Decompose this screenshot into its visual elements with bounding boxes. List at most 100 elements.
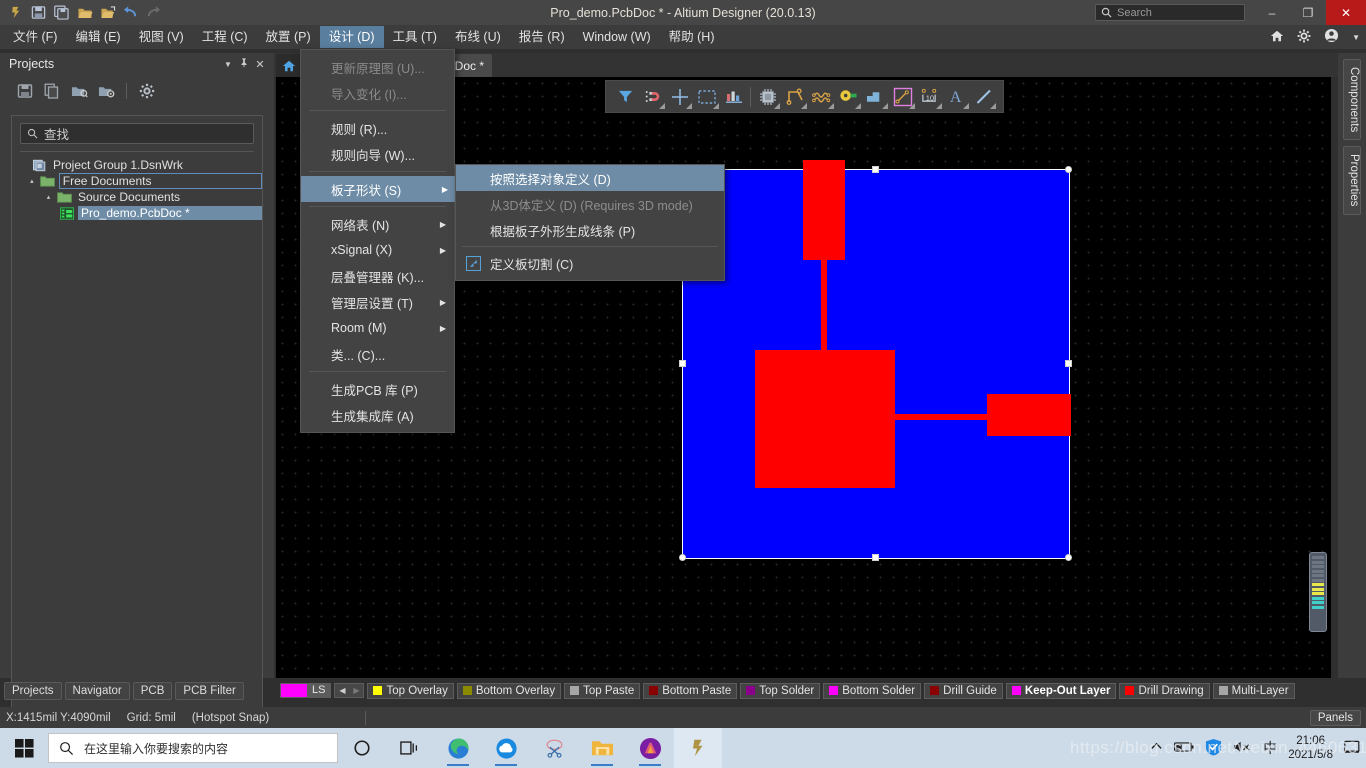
copy-icon[interactable] <box>43 82 61 100</box>
menu-edit[interactable]: 编辑 (E) <box>66 26 129 48</box>
line-icon[interactable] <box>970 83 997 110</box>
menu-item-xsignal[interactable]: xSignal (X) ▶ <box>301 237 454 263</box>
taskbar-clock[interactable]: 21:06 2021/5/8 <box>1288 734 1333 762</box>
layer-tab-multi-layer[interactable]: Multi-Layer <box>1212 682 1295 699</box>
menu-view[interactable]: 视图 (V) <box>130 26 193 48</box>
layer-tab-top-paste[interactable]: Top Paste <box>564 682 641 699</box>
menu-tools[interactable]: 工具 (T) <box>384 26 446 48</box>
close-icon[interactable]: ✕ <box>252 58 268 71</box>
dimension-icon[interactable]: 10 <box>916 83 943 110</box>
current-layer-swatch[interactable]: LS <box>280 683 332 698</box>
save-icon[interactable] <box>16 82 34 100</box>
tab-pcb-filter[interactable]: PCB Filter <box>175 681 244 700</box>
selection-handle-top-center[interactable] <box>872 166 879 173</box>
gear-icon[interactable] <box>138 82 156 100</box>
chevron-up-icon[interactable] <box>1150 740 1163 756</box>
menu-item-make-integrated-library[interactable]: 生成集成库 (A) <box>301 402 454 428</box>
minimize-button[interactable]: – <box>1254 0 1290 25</box>
crosshair-icon[interactable] <box>666 83 693 110</box>
tree-arrow-expanded[interactable]: ▴ <box>44 193 53 201</box>
snap-magnet-icon[interactable] <box>639 83 666 110</box>
panels-button[interactable]: Panels <box>1309 710 1361 726</box>
pcb-shape-vertical-track[interactable] <box>821 255 827 355</box>
home-icon[interactable] <box>1270 29 1284 46</box>
explorer-icon[interactable] <box>578 728 626 768</box>
security-icon[interactable] <box>1205 738 1222 759</box>
pad-icon[interactable] <box>835 83 862 110</box>
submenu-item-define-board-cutout[interactable]: 定义板切割 (C) <box>456 250 724 276</box>
close-button[interactable]: ✕ <box>1326 0 1366 25</box>
submenu-item-create-primitives-from-board-shape[interactable]: 根据板子外形生成线条 (P) <box>456 217 724 243</box>
tree-item-pcb-document[interactable]: Pro_demo.PcbDoc * <box>12 205 262 221</box>
menu-item-manage-layer-sets[interactable]: 管理层设置 (T) ▶ <box>301 289 454 315</box>
app-purple-icon[interactable] <box>626 728 674 768</box>
menu-item-netlist[interactable]: 网络表 (N) ▶ <box>301 211 454 237</box>
open-project-icon[interactable] <box>99 4 116 21</box>
scroll-left-icon[interactable]: ◀ <box>335 686 349 695</box>
layer-tab-drill-drawing[interactable]: Drill Drawing <box>1119 682 1210 699</box>
add-project-icon[interactable] <box>97 82 115 100</box>
tree-item-free-documents[interactable]: ▴ Free Documents <box>12 173 262 189</box>
maximize-button[interactable]: ❐ <box>1290 0 1326 25</box>
pcb-shape-top-pad[interactable] <box>803 160 845 260</box>
board-planning-icon[interactable] <box>720 83 747 110</box>
layer-tab-top-overlay[interactable]: Top Overlay <box>367 682 454 699</box>
search-input[interactable]: Search <box>1095 4 1245 21</box>
menu-design[interactable]: 设计 (D) <box>319 26 384 48</box>
start-button[interactable] <box>0 728 48 768</box>
menu-item-make-pcb-library[interactable]: 生成PCB 库 (P) <box>301 376 454 402</box>
account-icon[interactable] <box>1324 28 1339 46</box>
layer-tab-bottom-solder[interactable]: Bottom Solder <box>823 682 922 699</box>
component-icon[interactable] <box>754 83 781 110</box>
altium-logo-icon[interactable] <box>7 4 24 21</box>
tab-properties[interactable]: Properties <box>1343 146 1361 215</box>
pcb-shape-right-pad[interactable] <box>987 394 1071 436</box>
tree-item-source-documents[interactable]: ▴ Source Documents <box>12 189 262 205</box>
selection-handle-bottom-right[interactable] <box>1065 554 1072 561</box>
find-input[interactable]: 查找 <box>20 123 254 144</box>
tab-components[interactable]: Components <box>1343 59 1361 141</box>
chevron-down-icon[interactable]: ▼ <box>1352 33 1360 42</box>
open-project-icon[interactable] <box>70 82 88 100</box>
menu-help[interactable]: 帮助 (H) <box>660 26 724 48</box>
menu-place[interactable]: 放置 (P) <box>257 26 320 48</box>
menu-item-layer-stack-manager[interactable]: 层叠管理器 (K)... <box>301 263 454 289</box>
scroll-right-icon[interactable]: ▶ <box>349 686 363 695</box>
menu-reports[interactable]: 报告 (R) <box>510 26 574 48</box>
selection-handle-bottom-center[interactable] <box>872 554 879 561</box>
gear-icon[interactable] <box>1297 29 1311 46</box>
layer-tab-bottom-paste[interactable]: Bottom Paste <box>643 682 738 699</box>
filter-icon[interactable] <box>612 83 639 110</box>
menu-window[interactable]: Window (W) <box>574 26 660 48</box>
menu-item-room[interactable]: Room (M) ▶ <box>301 315 454 341</box>
save-all-icon[interactable] <box>53 4 70 21</box>
snip-icon[interactable] <box>530 728 578 768</box>
selection-handle-top-right[interactable] <box>1065 166 1072 173</box>
tab-navigator[interactable]: Navigator <box>64 681 130 700</box>
undo-icon[interactable] <box>122 4 139 21</box>
menu-item-board-shape[interactable]: 板子形状 (S) ▶ <box>301 176 456 202</box>
altium-icon[interactable] <box>674 728 722 768</box>
layer-scroll-arrows[interactable]: ◀ ▶ <box>334 683 365 698</box>
menu-route[interactable]: 布线 (U) <box>446 26 510 48</box>
volume-mute-icon[interactable] <box>1233 740 1252 757</box>
cortana-icon[interactable] <box>338 728 386 768</box>
select-area-icon[interactable] <box>693 83 720 110</box>
edge-icon[interactable] <box>434 728 482 768</box>
menu-item-rules[interactable]: 规则 (R)... <box>301 115 454 141</box>
pcb-shape-center-block[interactable] <box>755 350 895 488</box>
menu-item-classes[interactable]: 类... (C)... <box>301 341 454 367</box>
board-region[interactable] <box>682 160 1071 559</box>
tree-arrow-expanded[interactable]: ▴ <box>28 177 36 185</box>
tree-item-workspace[interactable]: Project Group 1.DsnWrk <box>12 157 262 173</box>
layer-tab-top-solder[interactable]: Top Solder <box>740 682 821 699</box>
selection-handle-mid-right[interactable] <box>1065 360 1072 367</box>
save-icon[interactable] <box>30 4 47 21</box>
selection-handle-bottom-left[interactable] <box>679 554 686 561</box>
differential-pair-icon[interactable] <box>808 83 835 110</box>
pcb-shape-horizontal-track[interactable] <box>891 414 991 420</box>
home-tab[interactable] <box>276 54 302 77</box>
chevron-down-icon[interactable]: ▼ <box>220 60 236 69</box>
taskbar-search-input[interactable]: 在这里输入你要搜索的内容 <box>48 733 338 763</box>
layer-sets-button[interactable]: LS <box>307 684 331 697</box>
